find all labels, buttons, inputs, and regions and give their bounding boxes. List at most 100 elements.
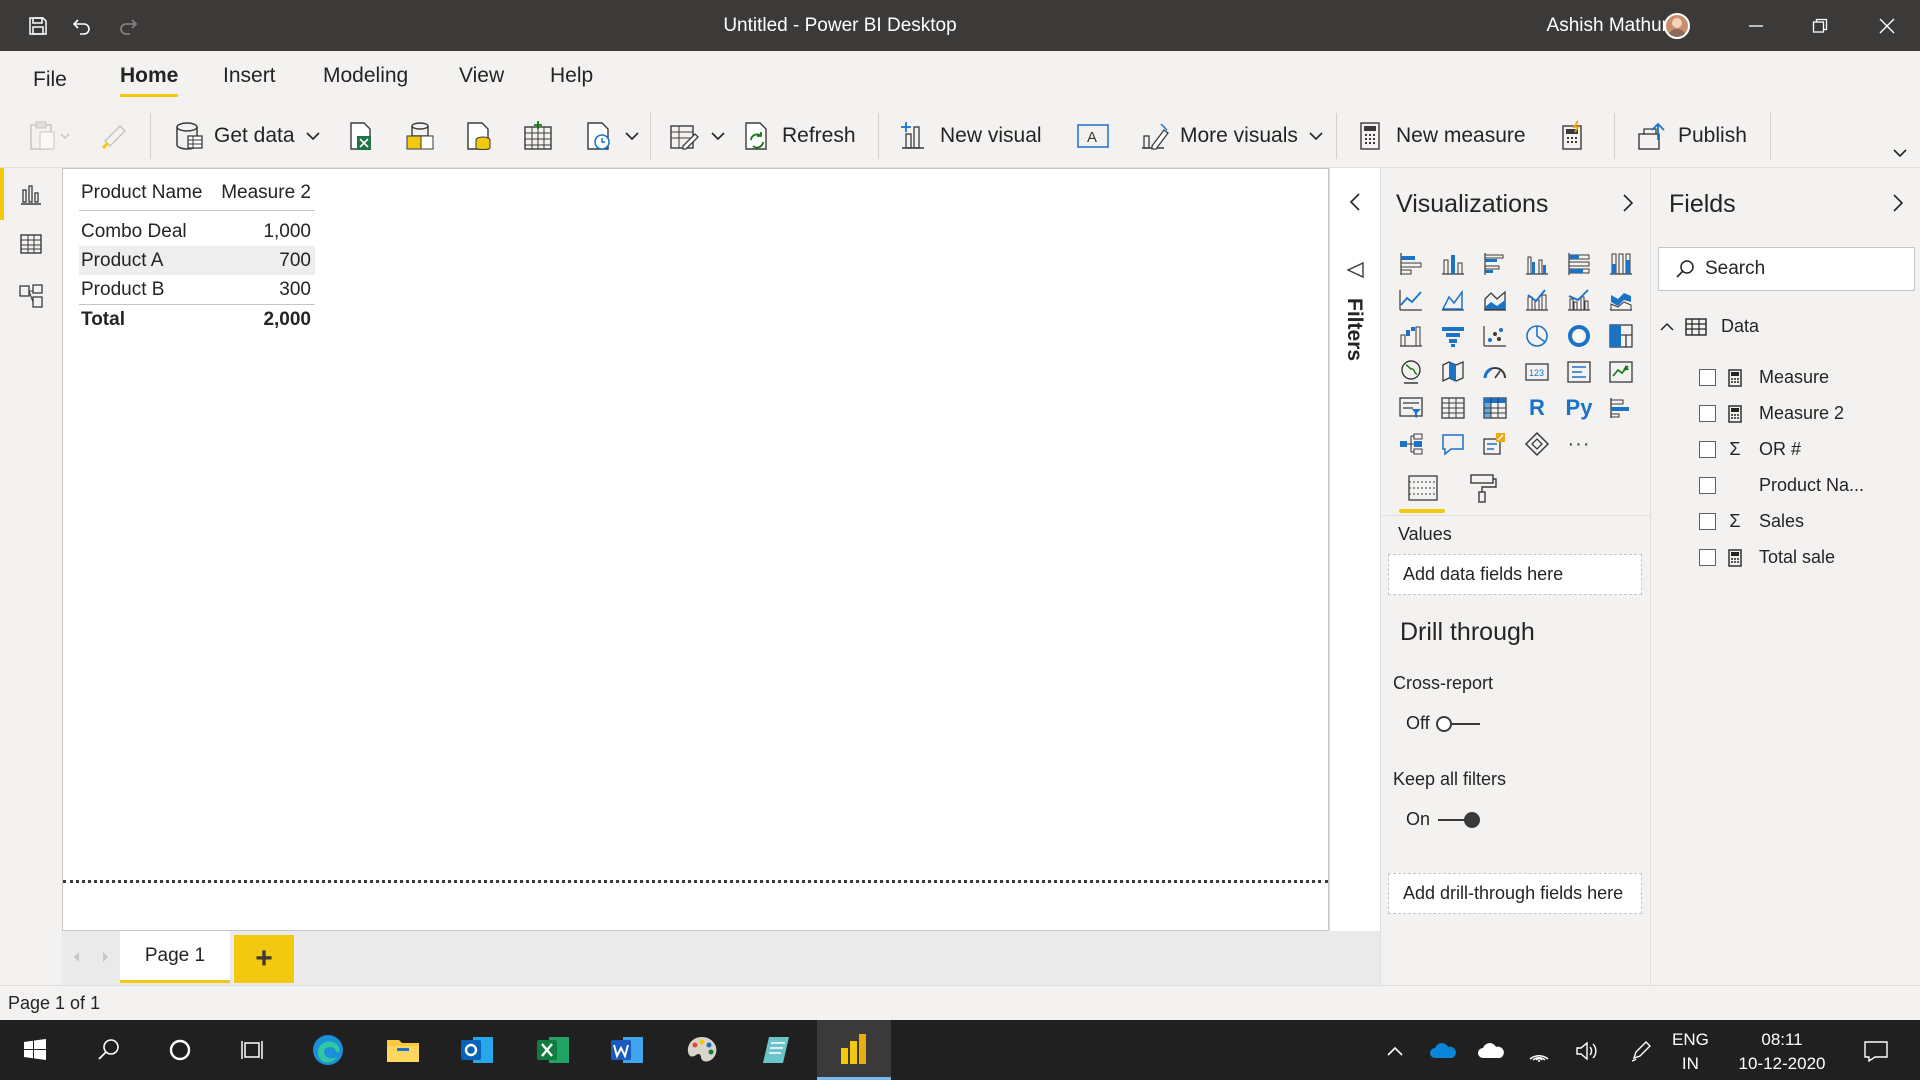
field-item-measure-2[interactable]: Measure 2	[1699, 403, 1844, 424]
matrix-icon[interactable]	[1474, 390, 1516, 426]
waterfall-chart-icon[interactable]	[1390, 318, 1432, 354]
tab-file[interactable]: File	[33, 68, 67, 92]
model-view-button[interactable]	[0, 270, 62, 322]
fields-search-input[interactable]: Search	[1658, 247, 1915, 291]
task-view-button[interactable]	[218, 1020, 288, 1080]
transform-data-button[interactable]	[668, 117, 726, 155]
tab-insert[interactable]: Insert	[223, 64, 276, 88]
start-button[interactable]	[0, 1020, 70, 1080]
table-node-data[interactable]: Data	[1659, 316, 1759, 337]
field-checkbox[interactable]	[1699, 513, 1716, 530]
word-app-button[interactable]	[592, 1020, 662, 1080]
field-checkbox[interactable]	[1699, 477, 1716, 494]
multi-row-card-icon[interactable]	[1558, 354, 1600, 390]
collapse-ribbon-icon[interactable]	[1892, 145, 1908, 161]
fields-well-tab[interactable]	[1407, 472, 1439, 504]
paste-button[interactable]	[28, 117, 72, 155]
field-checkbox[interactable]	[1699, 441, 1716, 458]
area-chart-icon[interactable]	[1432, 282, 1474, 318]
recent-sources-button[interactable]	[584, 117, 640, 155]
add-page-button[interactable]: +	[234, 935, 294, 983]
clustered-bar-chart-icon[interactable]	[1474, 246, 1516, 282]
dataflows-button[interactable]	[464, 117, 494, 155]
expand-filters-icon[interactable]	[1348, 192, 1362, 212]
format-tab[interactable]	[1467, 472, 1499, 504]
minimize-button[interactable]	[1727, 0, 1785, 51]
field-item-product-name[interactable]: Product Na...	[1699, 475, 1864, 496]
key-influencers-icon[interactable]	[1600, 390, 1642, 426]
wifi-icon[interactable]	[1524, 1036, 1554, 1066]
line-and-stacked-column-chart-icon[interactable]	[1516, 282, 1558, 318]
onedrive-personal-icon[interactable]	[1476, 1036, 1506, 1066]
outlook-app-button[interactable]	[442, 1020, 512, 1080]
stacked-area-chart-icon[interactable]	[1474, 282, 1516, 318]
prev-page-icon[interactable]	[70, 949, 82, 965]
user-name[interactable]: Ashish Mathur	[1547, 15, 1668, 37]
column-header-product-name[interactable]: Product Name	[79, 182, 213, 204]
restore-button[interactable]	[1791, 0, 1849, 51]
clustered-column-chart-icon[interactable]	[1516, 246, 1558, 282]
enter-data-button[interactable]	[522, 117, 554, 155]
more-visuals-button[interactable]: More visuals	[1138, 117, 1324, 155]
field-checkbox[interactable]	[1699, 549, 1716, 566]
avatar[interactable]	[1664, 13, 1690, 39]
table-row[interactable]: Product A 700	[79, 246, 315, 275]
cross-report-toggle[interactable]: Off	[1406, 713, 1482, 734]
qa-visual-icon[interactable]	[1432, 426, 1474, 462]
excel-app-button[interactable]	[518, 1020, 588, 1080]
table-row[interactable]: Combo Deal 1,000	[79, 217, 315, 246]
field-item-total-sale[interactable]: Total sale	[1699, 547, 1835, 568]
field-checkbox[interactable]	[1699, 369, 1716, 386]
map-icon[interactable]	[1390, 354, 1432, 390]
excel-button[interactable]	[346, 117, 376, 155]
collapse-visualizations-icon[interactable]	[1621, 192, 1635, 214]
card-icon[interactable]: 123	[1516, 354, 1558, 390]
dataset-button[interactable]	[404, 117, 436, 155]
power-bi-app-button[interactable]	[817, 1020, 891, 1080]
format-painter-button[interactable]	[100, 117, 130, 155]
refresh-button[interactable]: Refresh	[742, 117, 856, 155]
field-item-sales[interactable]: Σ Sales	[1699, 511, 1804, 532]
action-center-button[interactable]	[1856, 1036, 1896, 1066]
next-page-icon[interactable]	[100, 949, 112, 965]
table-visual-icon[interactable]	[1432, 390, 1474, 426]
keep-all-filters-toggle[interactable]: On	[1406, 809, 1482, 830]
tab-view[interactable]: View	[459, 64, 504, 88]
paint-app-button[interactable]	[667, 1020, 737, 1080]
gauge-icon[interactable]	[1474, 354, 1516, 390]
tab-help[interactable]: Help	[550, 64, 593, 88]
ribbon-chart-icon[interactable]	[1600, 282, 1642, 318]
smart-narrative-icon[interactable]	[1474, 426, 1516, 462]
line-chart-icon[interactable]	[1390, 282, 1432, 318]
taskbar-clock[interactable]: 08:11 10-12-2020	[1734, 1028, 1830, 1076]
pie-chart-icon[interactable]	[1516, 318, 1558, 354]
search-taskbar-button[interactable]	[74, 1020, 144, 1080]
stacked-column-chart-icon[interactable]	[1432, 246, 1474, 282]
tab-modeling[interactable]: Modeling	[323, 64, 408, 88]
field-item-or-number[interactable]: Σ OR #	[1699, 439, 1801, 460]
donut-chart-icon[interactable]	[1558, 318, 1600, 354]
report-canvas[interactable]: Product Name Measure 2 Combo Deal 1,000 …	[62, 168, 1329, 931]
table-row[interactable]: Product B 300	[79, 275, 315, 304]
field-checkbox[interactable]	[1699, 405, 1716, 422]
kpi-icon[interactable]	[1600, 354, 1642, 390]
column-header-measure-2[interactable]: Measure 2	[213, 182, 315, 204]
paginated-report-icon[interactable]	[1516, 426, 1558, 462]
r-visual-icon[interactable]: R	[1516, 390, 1558, 426]
onedrive-icon[interactable]	[1428, 1036, 1458, 1066]
new-measure-button[interactable]: New measure	[1356, 117, 1526, 155]
line-and-clustered-column-chart-icon[interactable]	[1558, 282, 1600, 318]
data-view-button[interactable]	[0, 218, 62, 270]
scatter-chart-icon[interactable]	[1474, 318, 1516, 354]
report-view-button[interactable]	[0, 168, 62, 220]
field-item-measure[interactable]: Measure	[1699, 367, 1829, 388]
values-drop-zone[interactable]: Add data fields here	[1388, 554, 1642, 595]
publish-button[interactable]: Publish	[1636, 117, 1747, 155]
slicer-icon[interactable]	[1390, 390, 1432, 426]
pen-icon[interactable]	[1626, 1036, 1656, 1066]
text-box-button[interactable]: A	[1076, 117, 1110, 155]
filters-pane-collapsed[interactable]: Filters	[1329, 168, 1380, 931]
decomposition-tree-icon[interactable]	[1390, 426, 1432, 462]
100-stacked-column-chart-icon[interactable]	[1600, 246, 1642, 282]
filters-label[interactable]: Filters	[1342, 298, 1366, 361]
